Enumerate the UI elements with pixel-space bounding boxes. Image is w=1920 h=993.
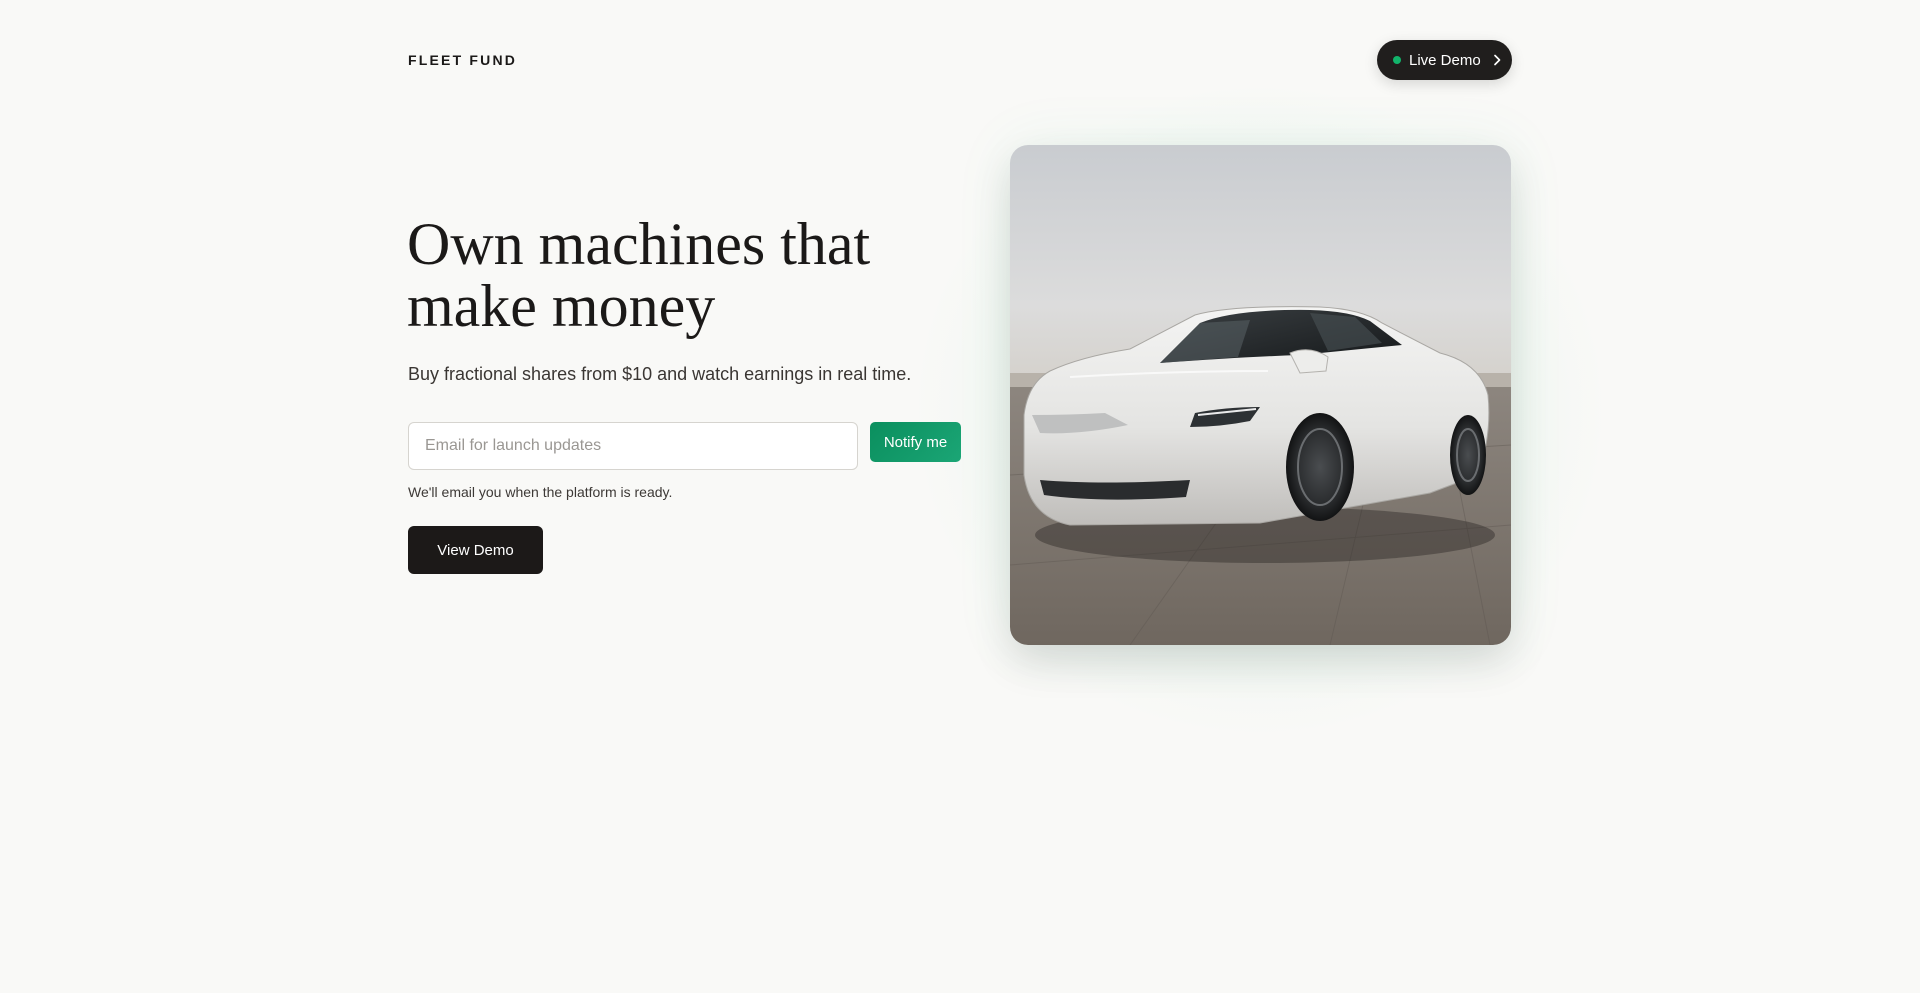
- helper-text: We'll email you when the platform is rea…: [408, 484, 673, 500]
- hero-title: Own machines that make money: [407, 213, 927, 337]
- hero-subtitle: Buy fractional shares from $10 and watch…: [408, 364, 912, 384]
- white-electric-sedan-photo: [1010, 145, 1511, 645]
- email-input[interactable]: [408, 422, 858, 470]
- live-demo-label: Live Demo: [1409, 51, 1481, 69]
- live-demo-button[interactable]: Live Demo: [1377, 40, 1512, 80]
- view-demo-button[interactable]: View Demo: [408, 526, 543, 574]
- live-status-dot: [1393, 56, 1401, 64]
- brand-logo[interactable]: FLEET FUND: [408, 52, 517, 68]
- hero-title-line-2: make money: [407, 273, 716, 339]
- hero-title-line-1: Own machines that: [407, 211, 871, 277]
- chevron-right-icon: [1493, 54, 1501, 66]
- car-image: [1010, 145, 1511, 645]
- landing-page: FLEET FUND Live Demo Own machines that m…: [0, 0, 1920, 993]
